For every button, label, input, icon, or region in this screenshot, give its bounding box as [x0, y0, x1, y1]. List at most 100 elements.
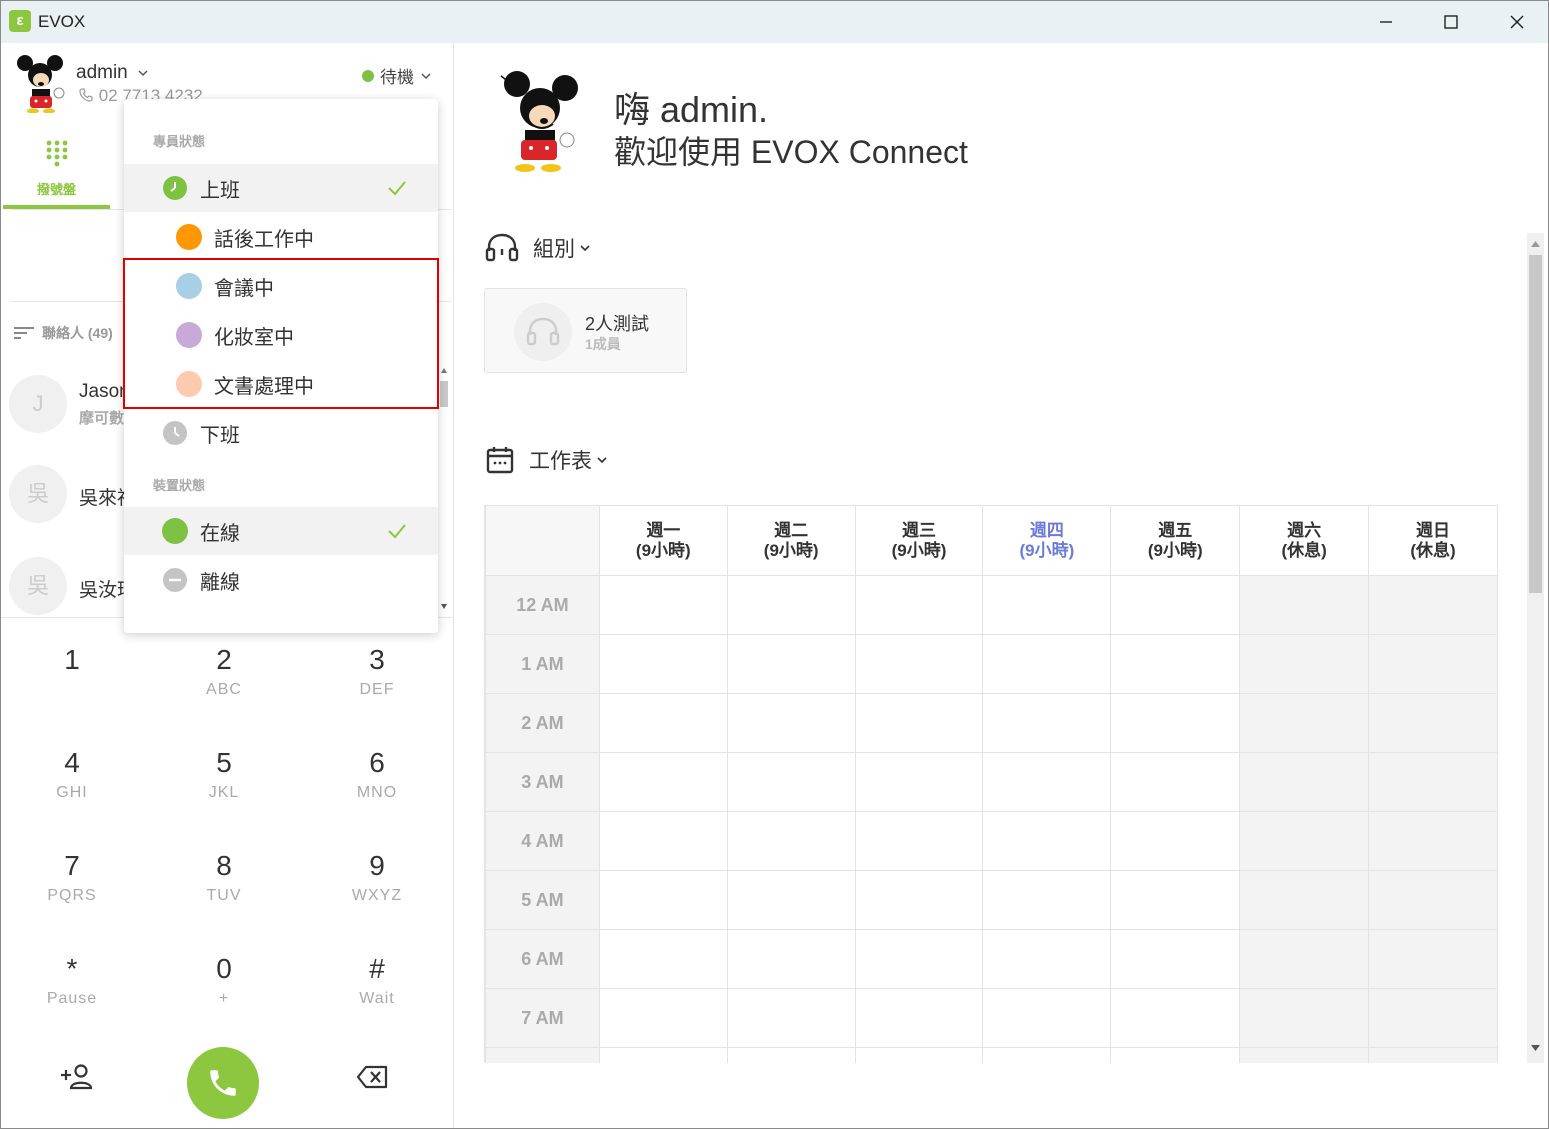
status-option-restroom[interactable]: 化妝室中: [124, 311, 438, 359]
schedule-cell[interactable]: [1110, 988, 1241, 1048]
schedule-cell[interactable]: [726, 752, 856, 812]
avatar[interactable]: [15, 53, 67, 114]
contact-item[interactable]: J Jason 摩可數: [9, 375, 130, 445]
schedule-cell[interactable]: [726, 634, 856, 694]
schedule-cell[interactable]: [854, 811, 984, 871]
schedule-cell[interactable]: [598, 811, 728, 871]
schedule-cell[interactable]: [1110, 1047, 1241, 1063]
status-option-paperwork[interactable]: 文書處理中: [124, 360, 438, 408]
schedule-cell[interactable]: [1239, 634, 1370, 694]
close-button[interactable]: [1494, 5, 1540, 39]
schedule-cell[interactable]: [982, 752, 1112, 812]
key-9[interactable]: 9 WXYZ: [317, 850, 437, 905]
call-button[interactable]: [187, 1047, 259, 1119]
schedule-cell[interactable]: [1368, 634, 1498, 694]
schedule-cell[interactable]: [598, 634, 728, 694]
schedule-cell[interactable]: [854, 1047, 984, 1063]
schedule-cell[interactable]: [854, 575, 984, 635]
schedule-cell[interactable]: [854, 988, 984, 1048]
schedule-cell[interactable]: [1239, 1047, 1370, 1063]
schedule-cell[interactable]: [982, 811, 1112, 871]
backspace-button[interactable]: [349, 1059, 395, 1095]
schedule-cell[interactable]: [598, 988, 728, 1048]
schedule-cell[interactable]: [598, 693, 728, 753]
schedule-cell[interactable]: [1368, 811, 1498, 871]
schedule-cell[interactable]: [982, 693, 1112, 753]
schedule-cell[interactable]: [854, 634, 984, 694]
schedule-cell[interactable]: [1239, 929, 1370, 989]
schedule-cell[interactable]: [1239, 811, 1370, 871]
schedule-cell[interactable]: [1239, 752, 1370, 812]
schedule-cell[interactable]: [1368, 988, 1498, 1048]
schedule-cell[interactable]: [854, 752, 984, 812]
schedule-cell[interactable]: [726, 575, 856, 635]
schedule-cell[interactable]: [1239, 988, 1370, 1048]
schedule-cell[interactable]: [1368, 1047, 1498, 1063]
status-option-meeting[interactable]: 會議中: [124, 262, 438, 310]
device-option-offline[interactable]: 離線: [124, 556, 438, 604]
schedule-cell[interactable]: [1368, 870, 1498, 930]
status-option-on-duty[interactable]: 上班: [124, 164, 438, 212]
schedule-cell[interactable]: [726, 811, 856, 871]
key-5[interactable]: 5 JKL: [164, 747, 284, 802]
schedule-cell[interactable]: [1110, 693, 1241, 753]
maximize-button[interactable]: [1428, 5, 1474, 39]
key-8[interactable]: 8 TUV: [164, 850, 284, 905]
schedule-cell[interactable]: [982, 870, 1112, 930]
key-6[interactable]: 6 MNO: [317, 747, 437, 802]
status-option-after-call-work[interactable]: 話後工作中: [124, 213, 438, 261]
contacts-scrollbar[interactable]: [437, 361, 451, 616]
schedule-cell[interactable]: [1239, 870, 1370, 930]
schedule-cell[interactable]: [854, 870, 984, 930]
key-3[interactable]: 3 DEF: [317, 644, 437, 699]
schedule-cell[interactable]: [1110, 870, 1241, 930]
contact-item[interactable]: 吳 吳來福: [9, 465, 136, 535]
user-name[interactable]: admin: [76, 62, 149, 84]
key-4[interactable]: 4 GHI: [12, 747, 132, 802]
add-contact-button[interactable]: [53, 1059, 99, 1095]
schedule-cell[interactable]: [1239, 575, 1370, 635]
schedule-cell[interactable]: [1239, 693, 1370, 753]
key-star[interactable]: * Pause: [12, 953, 132, 1008]
schedule-header[interactable]: 工作表: [485, 445, 608, 475]
key-1[interactable]: 1: [12, 644, 132, 681]
schedule-cell[interactable]: [982, 929, 1112, 989]
schedule-cell[interactable]: [1110, 634, 1241, 694]
key-2[interactable]: 2 ABC: [164, 644, 284, 699]
schedule-cell[interactable]: [1110, 929, 1241, 989]
schedule-cell[interactable]: [1368, 693, 1498, 753]
schedule-cell[interactable]: [598, 1047, 728, 1063]
schedule-cell[interactable]: [726, 988, 856, 1048]
tab-dialpad[interactable]: 撥號盤: [3, 133, 110, 211]
scrollbar-thumb[interactable]: [1529, 255, 1542, 593]
schedule-cell[interactable]: [598, 752, 728, 812]
status-option-off-duty[interactable]: 下班: [124, 409, 438, 457]
contacts-header[interactable]: 聯絡人 (49): [13, 323, 113, 343]
key-7[interactable]: 7 PQRS: [12, 850, 132, 905]
schedule-cell[interactable]: [726, 870, 856, 930]
presence-selector[interactable]: 待機: [362, 63, 432, 88]
schedule-cell[interactable]: [726, 1047, 856, 1063]
schedule-cell[interactable]: [598, 929, 728, 989]
schedule-cell[interactable]: [982, 575, 1112, 635]
schedule-cell[interactable]: [1368, 575, 1498, 635]
schedule-cell[interactable]: [982, 1047, 1112, 1063]
schedule-cell[interactable]: [726, 929, 856, 989]
key-0[interactable]: 0 +: [164, 953, 284, 1008]
schedule-cell[interactable]: [1110, 752, 1241, 812]
schedule-cell[interactable]: [598, 870, 728, 930]
minimize-button[interactable]: [1363, 5, 1409, 39]
schedule-cell[interactable]: [1110, 575, 1241, 635]
schedule-cell[interactable]: [1368, 752, 1498, 812]
schedule-cell[interactable]: [854, 693, 984, 753]
device-option-online[interactable]: 在線: [124, 507, 438, 555]
main-scrollbar[interactable]: [1527, 233, 1544, 1063]
key-hash[interactable]: # Wait: [317, 953, 437, 1008]
schedule-cell[interactable]: [854, 929, 984, 989]
schedule-cell[interactable]: [982, 988, 1112, 1048]
schedule-cell[interactable]: [726, 693, 856, 753]
group-card[interactable]: 2人測試 1成員: [484, 288, 687, 373]
schedule-cell[interactable]: [1368, 929, 1498, 989]
schedule-cell[interactable]: [598, 575, 728, 635]
groups-header[interactable]: 組別: [485, 233, 591, 263]
